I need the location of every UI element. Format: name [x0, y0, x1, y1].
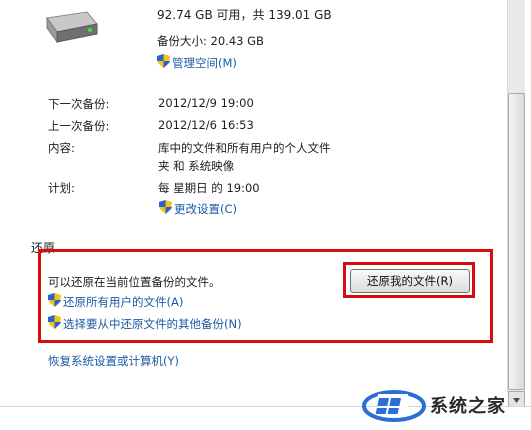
last-backup-label: 上一次备份: [48, 119, 110, 133]
plan-label: 计划: [48, 181, 75, 195]
watermark-text: 系统之家 [430, 396, 506, 417]
recover-system-link[interactable]: 恢复系统设置或计算机(Y) [48, 353, 179, 369]
next-backup-label: 下一次备份: [48, 97, 110, 111]
select-other-backup-link[interactable]: 选择要从中还原文件的其他备份(N) [63, 316, 242, 332]
restore-all-users-link[interactable]: 还原所有用户的文件(A) [63, 294, 183, 310]
uac-shield-icon [48, 293, 61, 307]
vertical-scrollbar-thumb[interactable] [508, 93, 525, 390]
uac-shield-icon [159, 200, 172, 214]
next-backup-value: 2012/12/9 19:00 [158, 96, 254, 110]
restore-description: 可以还原在当前位置备份的文件。 [48, 275, 221, 289]
change-settings-link[interactable]: 更改设置(C) [174, 201, 237, 217]
watermark-logo-icon [362, 390, 426, 422]
plan-value: 每 星期日 的 19:00 [158, 181, 260, 195]
uac-shield-icon [48, 315, 61, 329]
contents-value-line1: 库中的文件和所有用户的个人文件 [158, 141, 331, 155]
manage-space-link[interactable]: 管理空间(M) [172, 55, 237, 71]
hard-drive-icon [46, 11, 98, 44]
contents-label: 内容: [48, 141, 75, 155]
restore-my-files-button[interactable]: 还原我的文件(R) [350, 269, 470, 293]
free-space-text: 92.74 GB 可用，共 139.01 GB [157, 8, 332, 22]
backup-size-text: 备份大小: 20.43 GB [157, 34, 264, 48]
contents-value-line2: 夹 和 系统映像 [158, 159, 235, 173]
last-backup-value: 2012/12/6 16:53 [158, 118, 254, 132]
uac-shield-icon [157, 54, 170, 68]
